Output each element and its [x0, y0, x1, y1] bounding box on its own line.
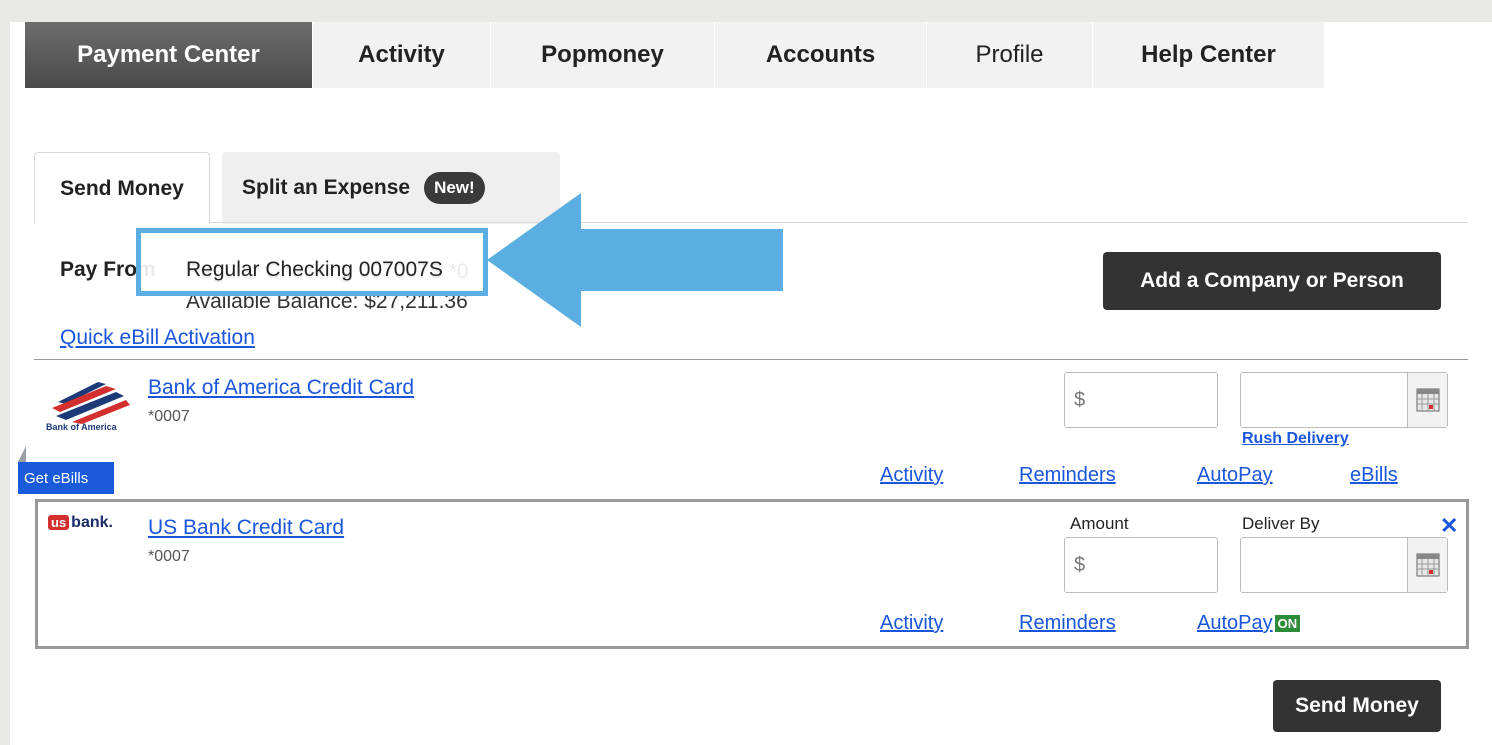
add-company-or-person-button[interactable]: Add a Company or Person — [1103, 252, 1441, 310]
tab-divider — [210, 222, 1468, 223]
us-bank-logo-icon: us bank. — [48, 514, 113, 532]
deliver-by-column-label: Deliver By — [1242, 514, 1320, 533]
us-bank-logo-mark: us — [48, 515, 70, 530]
payee-boa-account: *0007 — [148, 408, 190, 425]
close-icon[interactable]: ✕ — [1440, 513, 1458, 539]
highlight-account-text: Regular Checking 007007S — [186, 258, 443, 281]
section-divider — [34, 359, 1468, 360]
amount-placeholder: $ — [1074, 388, 1086, 411]
rush-delivery-link[interactable]: Rush Delivery — [1242, 430, 1349, 448]
us-bank-logo-text: bank. — [71, 514, 113, 531]
tab-activity[interactable]: Activity — [312, 22, 490, 88]
tab-popmoney[interactable]: Popmoney — [490, 22, 714, 88]
new-badge: New! — [424, 172, 485, 204]
payee-boa-activity-link[interactable]: Activity — [880, 464, 943, 487]
main-nav: Payment Center Activity Popmoney Account… — [24, 22, 1324, 88]
subtab-split-expense-label: Split an Expense — [242, 176, 411, 199]
tab-profile[interactable]: Profile — [926, 22, 1092, 88]
tab-accounts[interactable]: Accounts — [714, 22, 926, 88]
payee-usbank-amount-input[interactable]: $ — [1064, 537, 1218, 593]
get-ebills-button[interactable]: Get eBills — [18, 462, 114, 494]
payee-usbank-account: *0007 — [148, 548, 190, 565]
calendar-icon[interactable] — [1407, 373, 1447, 427]
payee-usbank-date-input[interactable] — [1240, 537, 1448, 593]
subtab-send-money[interactable]: Send Money — [34, 152, 210, 224]
send-money-button[interactable]: Send Money — [1273, 680, 1441, 732]
calendar-icon[interactable] — [1407, 538, 1447, 592]
callout-arrow-icon — [487, 193, 783, 327]
autopay-label: AutoPay — [1197, 612, 1273, 634]
payee-boa-name-link[interactable]: Bank of America Credit Card — [148, 376, 414, 400]
window-frame-left — [0, 0, 10, 745]
bank-of-america-logo-text: Bank of America — [46, 422, 117, 432]
payee-boa-date-input[interactable] — [1240, 372, 1448, 428]
payee-usbank-activity-link[interactable]: Activity — [880, 612, 943, 635]
payee-boa-autopay-link[interactable]: AutoPay — [1197, 464, 1273, 487]
payee-boa-reminders-link[interactable]: Reminders — [1019, 464, 1116, 487]
highlight-callout-box: Regular Checking 007007S — [136, 228, 488, 296]
amount-column-label: Amount — [1070, 514, 1129, 533]
payee-boa-amount-input[interactable]: $ — [1064, 372, 1218, 428]
window-frame-top — [0, 0, 1492, 22]
subtab-send-money-label: Send Money — [60, 176, 184, 200]
ebills-ribbon-fold — [18, 446, 26, 462]
autopay-on-badge: ON — [1274, 615, 1301, 633]
quick-ebill-activation-link[interactable]: Quick eBill Activation — [60, 326, 255, 350]
payee-usbank-autopay-link[interactable]: AutoPay ON — [1197, 612, 1301, 635]
tab-help-center[interactable]: Help Center — [1092, 22, 1324, 88]
payee-boa-ebills-link[interactable]: eBills — [1350, 464, 1398, 487]
tab-payment-center[interactable]: Payment Center — [24, 22, 312, 88]
payee-usbank-reminders-link[interactable]: Reminders — [1019, 612, 1116, 635]
amount-placeholder: $ — [1074, 553, 1086, 576]
payee-usbank-name-link[interactable]: US Bank Credit Card — [148, 516, 344, 540]
